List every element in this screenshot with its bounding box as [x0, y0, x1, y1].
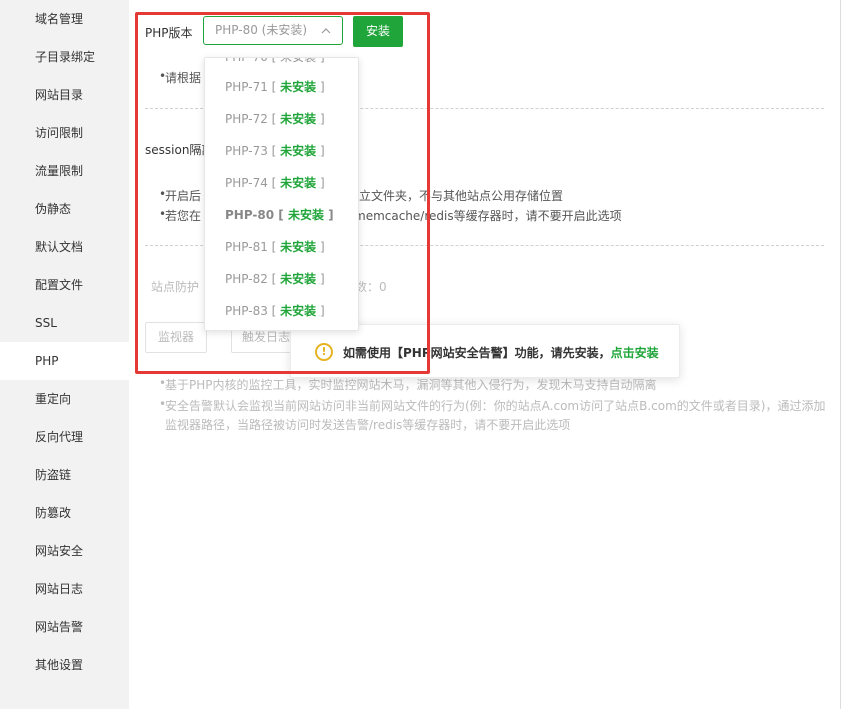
option-status: 未安装	[280, 144, 317, 158]
option-status: 未安装	[287, 208, 324, 222]
sidebar-item-default-doc[interactable]: 默认文档	[0, 228, 129, 266]
sidebar-item-site-alert[interactable]: 网站告警	[0, 608, 129, 646]
option-status: 未安装	[280, 240, 317, 254]
protection-note-2-cont: 监视器路径，当路径被访问时发送告警/redis等缓存器时，请不要开启此选项	[165, 418, 571, 432]
dropdown-option[interactable]: PHP-81 [ 未安装 ]	[205, 231, 358, 263]
protection-note-2: 安全告警默认会监视当前网站访问非当前网站文件的行为(例：你的站点A.com访问了…	[159, 397, 825, 414]
site-protection-label: 站点防护	[151, 280, 200, 294]
sidebar-item-hotlink[interactable]: 防盗链	[0, 456, 129, 494]
sidebar-item-other[interactable]: 其他设置	[0, 646, 129, 684]
sidebar-item-rewrite[interactable]: 伪静态	[0, 190, 129, 228]
option-name: PHP-83	[225, 304, 268, 318]
option-name: PHP-71	[225, 80, 268, 94]
dropdown-option[interactable]: PHP-82 [ 未安装 ]	[205, 263, 358, 295]
option-name: PHP-72	[225, 112, 268, 126]
php-hint-text: 请根据	[159, 69, 201, 86]
dropdown-option[interactable]: PHP-83 [ 未安装 ]	[205, 295, 358, 327]
sidebar-item-config[interactable]: 配置文件	[0, 266, 129, 304]
option-status: 未安装	[280, 272, 317, 286]
sidebar-item-reverse-proxy[interactable]: 反向代理	[0, 418, 129, 456]
sidebar-item-access-limit[interactable]: 访问限制	[0, 114, 129, 152]
session-note-1-end: 立文件夹，不与其他站点公用存储位置	[359, 189, 564, 203]
sidebar-item-traffic-limit[interactable]: 流量限制	[0, 152, 129, 190]
php-version-label: PHP版本	[145, 26, 193, 40]
toast-message: 如需使用【PHP网站安全告警】功能，请先安装，点击安装	[343, 344, 659, 361]
dropdown-option[interactable]: PHP-72 [ 未安装 ]	[205, 103, 358, 135]
session-note-1-start: 开启后	[159, 187, 201, 204]
option-status: 未安装	[280, 176, 317, 190]
php-version-select[interactable]: PHP-80 (未安装)	[203, 16, 343, 45]
option-name: PHP-82	[225, 272, 268, 286]
option-status: 未安装	[280, 80, 317, 94]
dropdown-option[interactable]: PHP-74 [ 未安装 ]	[205, 167, 358, 199]
php-version-dropdown: PHP-70 [ 未安装 ] PHP-71 [ 未安装 ] PHP-72 [ 未…	[204, 57, 359, 331]
option-status: 未安装	[280, 304, 317, 318]
option-name: PHP-73	[225, 144, 268, 158]
sidebar-item-tamper[interactable]: 防篡改	[0, 494, 129, 532]
sidebar-item-ssl[interactable]: SSL	[0, 304, 129, 342]
sidebar-item-site-dir[interactable]: 网站目录	[0, 76, 129, 114]
dropdown-option[interactable]: PHP-73 [ 未安装 ]	[205, 135, 358, 167]
sidebar-item-redirect[interactable]: 重定向	[0, 380, 129, 418]
protection-note-1: 基于PHP内核的监控工具，实时监控网站木马，漏洞等其他入侵行为，发现木马支持自动…	[159, 376, 656, 393]
dropdown-option-selected[interactable]: PHP-80 [ 未安装 ]	[205, 199, 358, 231]
warning-toast: ! 如需使用【PHP网站安全告警】功能，请先安装，点击安装	[290, 324, 680, 378]
warning-icon: !	[315, 343, 333, 361]
sidebar-item-site-log[interactable]: 网站日志	[0, 570, 129, 608]
option-status: 未安装	[280, 112, 317, 126]
monitor-button[interactable]: 监视器	[145, 322, 207, 353]
sidebar-item-domain[interactable]: 域名管理	[0, 0, 129, 38]
option-name: PHP-74	[225, 176, 268, 190]
option-name: PHP-80	[225, 208, 275, 222]
option-name: PHP-81	[225, 240, 268, 254]
sidebar-item-subdir[interactable]: 子目录绑定	[0, 38, 129, 76]
install-button[interactable]: 安装	[353, 16, 403, 47]
toast-message-text: 如需使用【PHP网站安全告警】功能，请先安装，	[343, 346, 611, 360]
dropdown-option[interactable]: PHP-71 [ 未安装 ]	[205, 71, 358, 103]
sidebar: 域名管理 子目录绑定 网站目录 访问限制 流量限制 伪静态 默认文档 配置文件 …	[0, 0, 129, 709]
chevron-up-icon	[321, 17, 331, 55]
session-note-2-start: 若您在	[159, 207, 201, 224]
session-note-2-end: memcache/redis等缓存器时，请不要开启此选项	[354, 209, 622, 223]
sidebar-item-site-security[interactable]: 网站安全	[0, 532, 129, 570]
sidebar-item-php[interactable]: PHP	[0, 342, 129, 380]
php-version-selected-value: PHP-80 (未安装)	[215, 23, 308, 37]
toast-install-link[interactable]: 点击安装	[611, 346, 659, 360]
